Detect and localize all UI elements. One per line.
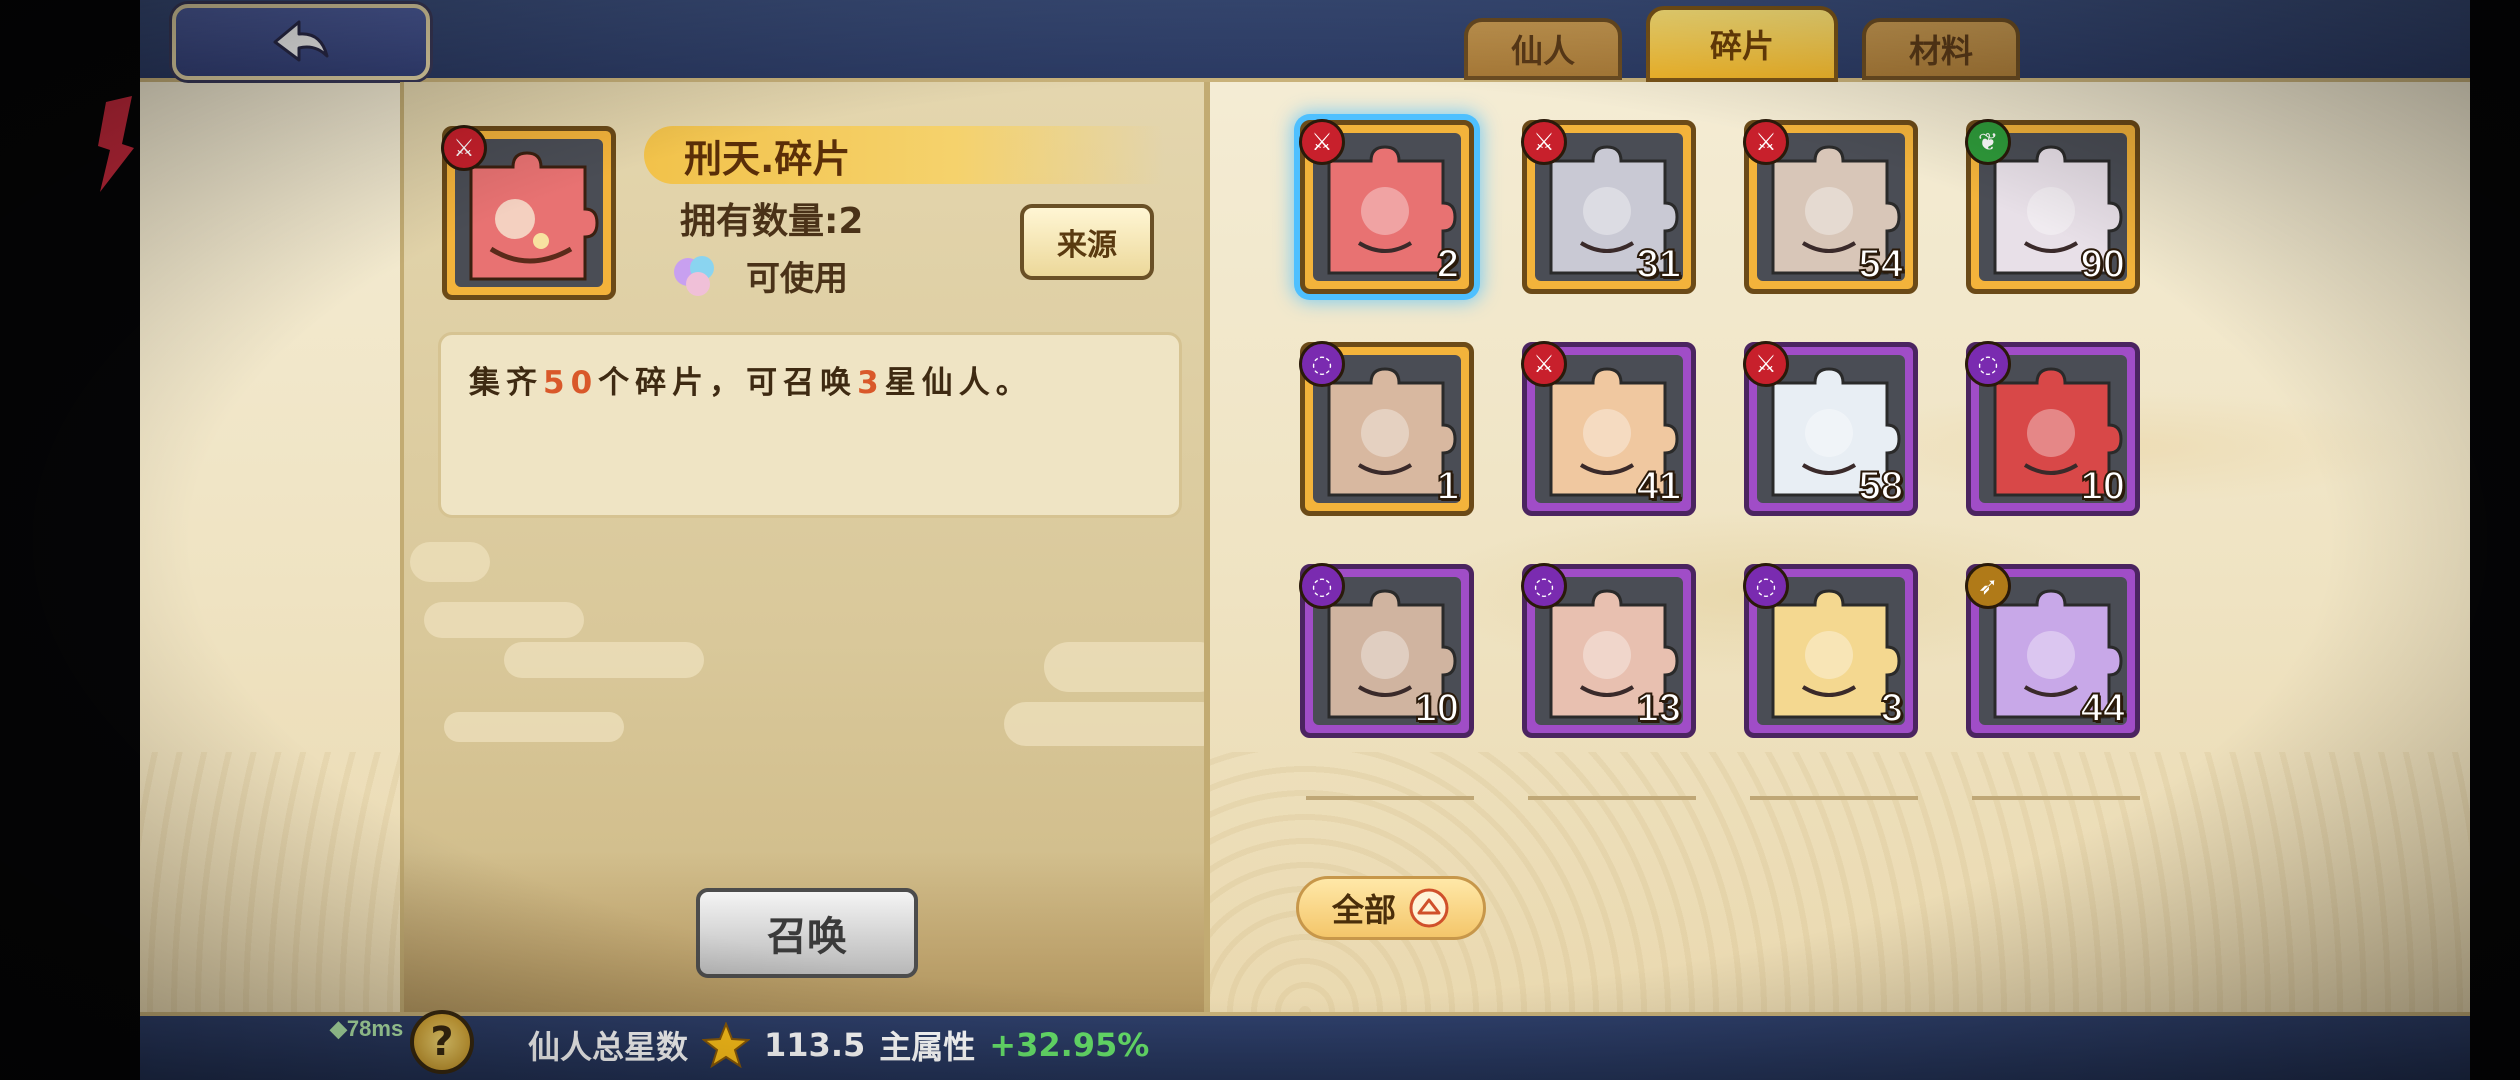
- total-stars-value: 113.5: [764, 1026, 866, 1064]
- tab-label: 仙人: [1510, 32, 1575, 70]
- fragment-card[interactable]: ❦ 90: [1965, 119, 2140, 294]
- fragment-count: 10: [2080, 463, 2126, 509]
- help-button[interactable]: ?: [410, 1010, 474, 1074]
- desc-prefix: 集齐: [469, 365, 543, 401]
- sword-icon: ⚔: [1521, 119, 1567, 165]
- bow-icon: ➶: [1965, 563, 2011, 609]
- fragment-count: 31: [1636, 241, 1682, 287]
- fragment-card[interactable]: ⚔ 2: [1299, 119, 1474, 294]
- desc-middle: 个碎片，可召唤: [598, 365, 858, 401]
- main-attribute-value: +32.95%: [989, 1026, 1150, 1064]
- top-bar: [140, 0, 2470, 82]
- help-icon: ?: [430, 1019, 454, 1065]
- swirl-icon: ◌: [1965, 341, 2011, 387]
- swirl-icon: ◌: [1743, 563, 1789, 609]
- network-ping: ◆78ms: [330, 1016, 404, 1041]
- fragment-card[interactable]: ⚔ 31: [1521, 119, 1696, 294]
- fragment-card[interactable]: ➶ 44: [1965, 563, 2140, 738]
- fragment-count: 2: [1436, 241, 1460, 287]
- tab-materials[interactable]: 材料: [1862, 18, 2020, 80]
- back-button[interactable]: [172, 4, 430, 80]
- fragment-count: 10: [1414, 685, 1460, 731]
- description-box: 集齐50个碎片，可召唤3星仙人。: [438, 332, 1182, 518]
- usable-row: 可使用: [668, 250, 848, 300]
- fragment-count: 13: [1636, 685, 1682, 731]
- summon-button[interactable]: 召唤: [696, 888, 918, 978]
- fragment-title: 刑天.碎片: [684, 136, 851, 181]
- total-stars-label: 仙人总星数: [528, 1028, 689, 1066]
- sort-arrow-up-icon: [1409, 888, 1449, 928]
- attack-element-icon: ⚔: [441, 125, 487, 171]
- fragment-detail-panel: ⚔ 刑天.碎片 拥有数量:2 可使用 来源 集齐50个碎片，可召唤3星仙人。 召…: [400, 82, 1210, 1012]
- fragment-card[interactable]: ◌ 3: [1743, 563, 1918, 738]
- desc-star-count: 3: [857, 365, 885, 401]
- fragment-count: 54: [1858, 241, 1904, 287]
- back-arrow-icon: [273, 20, 329, 62]
- fragment-count: 44: [2080, 685, 2126, 731]
- main-attribute-label: 主属性: [879, 1028, 976, 1066]
- owned-count: 拥有数量:2: [680, 201, 864, 242]
- fragment-title-bar: 刑天.碎片: [644, 126, 1164, 184]
- filter-all-button[interactable]: 全部: [1296, 876, 1486, 940]
- tab-label: 材料: [1908, 32, 1973, 70]
- fragment-card[interactable]: ⚔ 41: [1521, 341, 1696, 516]
- fragment-count: 58: [1858, 463, 1904, 509]
- item-usable-icon: [674, 256, 714, 296]
- ping-value: 78ms: [346, 1016, 404, 1041]
- desc-suffix: 星仙人。: [884, 365, 1033, 401]
- fragment-card[interactable]: ⚔ 58: [1743, 341, 1918, 516]
- summon-label: 召唤: [767, 914, 847, 960]
- leaf-icon: ❦: [1965, 119, 2011, 165]
- usable-label: 可使用: [746, 258, 848, 299]
- game-screen: 仙人 碎片 材料 ⚔ 刑天.碎片 拥有数量:2 可使用 来源 集齐50个碎片，可…: [0, 0, 2520, 1080]
- tab-label: 碎片: [1709, 27, 1774, 65]
- fragment-count: 3: [1880, 685, 1904, 731]
- fragment-card[interactable]: ◌ 1: [1299, 341, 1474, 516]
- tab-immortals[interactable]: 仙人: [1464, 18, 1622, 80]
- selected-fragment-icon: ⚔: [441, 125, 616, 300]
- fragment-count: 41: [1636, 463, 1682, 509]
- sword-icon: ⚔: [1743, 119, 1789, 165]
- sword-icon: ⚔: [1743, 341, 1789, 387]
- sword-icon: ⚔: [1299, 119, 1345, 165]
- fragment-card[interactable]: ◌ 10: [1299, 563, 1474, 738]
- fragment-card[interactable]: ◌ 10: [1965, 341, 2140, 516]
- swirl-icon: ◌: [1299, 563, 1345, 609]
- desc-required-count: 50: [543, 365, 599, 401]
- source-label: 来源: [1057, 228, 1117, 263]
- fragment-count: 90: [2080, 241, 2126, 287]
- fragment-count: 1: [1436, 463, 1460, 509]
- fragment-card[interactable]: ◌ 13: [1521, 563, 1696, 738]
- swirl-icon: ◌: [1521, 563, 1567, 609]
- swirl-icon: ◌: [1299, 341, 1345, 387]
- grid-dividers: [1306, 796, 2146, 804]
- decorative-shard-icon: [98, 96, 134, 192]
- fragment-card[interactable]: ⚔ 54: [1743, 119, 1918, 294]
- source-button[interactable]: 来源: [1020, 204, 1154, 280]
- description-text: 集齐50个碎片，可召唤3星仙人。: [469, 357, 1151, 402]
- star-icon: [702, 1022, 751, 1068]
- stats-bar: 仙人总星数 113.5 主属性 +32.95%: [528, 1022, 1149, 1068]
- tab-fragments[interactable]: 碎片: [1646, 6, 1838, 82]
- bottom-bar: [140, 1012, 2470, 1080]
- filter-label: 全部: [1331, 891, 1396, 929]
- sword-icon: ⚔: [1521, 341, 1567, 387]
